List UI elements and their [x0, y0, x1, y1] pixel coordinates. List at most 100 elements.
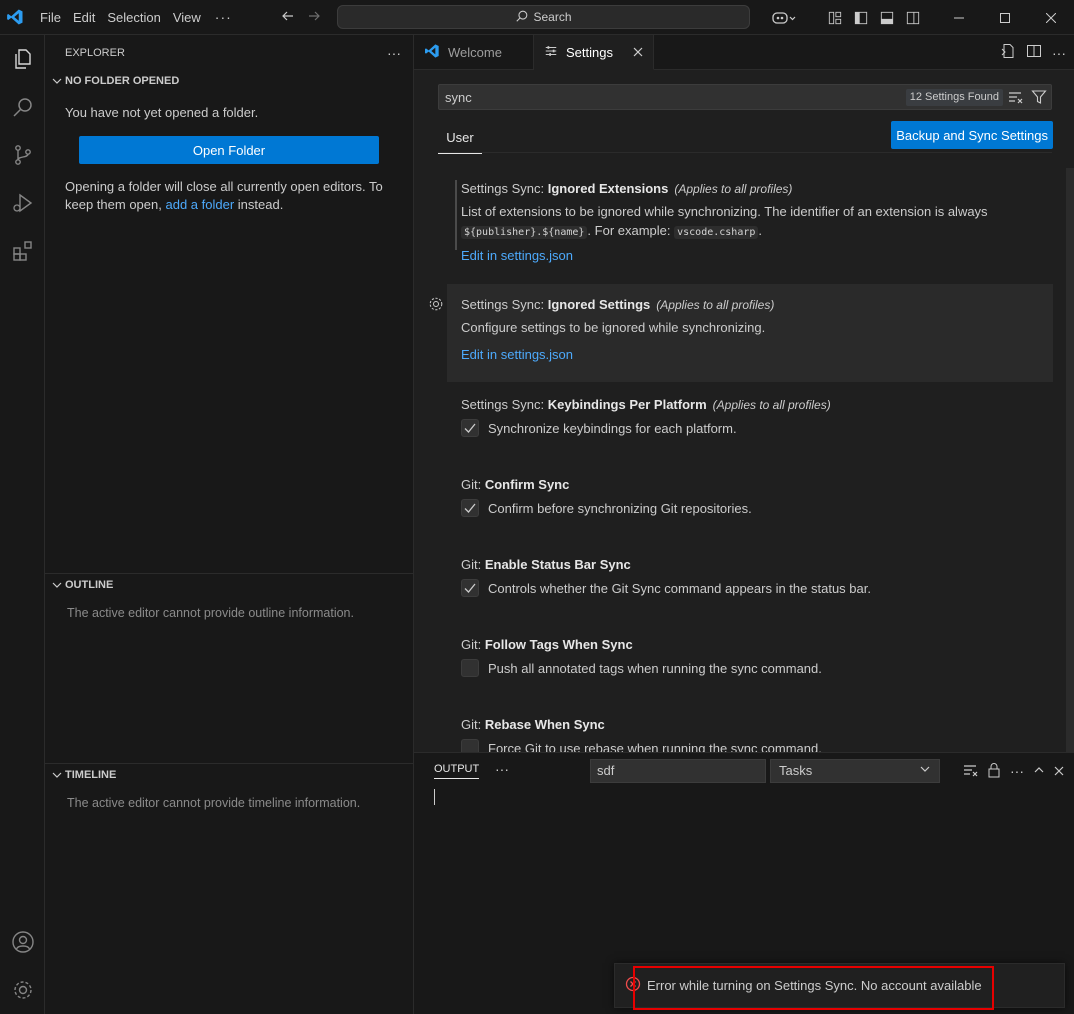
open-folder-button[interactable]: Open Folder [79, 136, 379, 164]
edit-in-settings-json-link[interactable]: Edit in settings.json [461, 347, 1053, 362]
outline-title: OUTLINE [65, 579, 114, 591]
maximize-panel-icon[interactable] [1033, 764, 1045, 779]
settings-scrollbar[interactable] [1066, 168, 1074, 752]
setting-title: Git: Rebase When Sync [461, 717, 605, 732]
extensions-icon[interactable] [0, 227, 45, 275]
output-filter-input[interactable]: sdf [590, 759, 766, 783]
checkbox-label: Force Git to use rebase when running the… [488, 740, 822, 753]
follow-tags-checkbox[interactable] [461, 659, 479, 677]
status-bar-sync-checkbox[interactable] [461, 579, 479, 597]
close-panel-icon[interactable] [1054, 764, 1064, 779]
output-channel-select[interactable]: Tasks [770, 759, 940, 783]
search-view-icon[interactable] [0, 83, 45, 131]
panel-more-actions-icon[interactable]: ··· [1010, 763, 1024, 779]
settings-search-value: sync [445, 89, 472, 105]
checkbox-label: Confirm before synchronizing Git reposit… [488, 500, 752, 516]
copilot-icon[interactable] [766, 0, 802, 35]
timeline-title: TIMELINE [65, 769, 117, 781]
explorer-more-button[interactable]: ··· [387, 45, 401, 61]
command-center-search[interactable]: Search [337, 5, 750, 29]
setting-title: Git: Follow Tags When Sync [461, 637, 633, 652]
setting-description: Configure settings to be ignored while s… [461, 320, 766, 335]
menu-edit[interactable]: Edit [67, 0, 101, 35]
setting-title: Settings Sync: Ignored Extensions (Applie… [461, 181, 793, 196]
settings-sliders-icon [544, 44, 558, 61]
setting-description: List of extensions to be ignored while s… [461, 204, 988, 239]
toggle-secondary-sidebar-icon[interactable] [900, 0, 926, 35]
close-window-button[interactable] [1028, 0, 1074, 35]
manage-gear-icon[interactable] [0, 966, 45, 1014]
source-control-icon[interactable] [0, 131, 45, 179]
setting-title: Settings Sync: Ignored Settings (Applies … [461, 297, 775, 312]
tab-welcome[interactable]: Welcome [414, 35, 534, 70]
confirm-sync-checkbox[interactable] [461, 499, 479, 517]
setting-title: Git: Enable Status Bar Sync [461, 557, 631, 572]
customize-layout-icon[interactable] [822, 0, 848, 35]
toggle-primary-sidebar-icon[interactable] [848, 0, 874, 35]
menu-more-button[interactable]: ··· [207, 0, 240, 35]
tab-welcome-label: Welcome [448, 45, 502, 60]
add-folder-link[interactable]: add a folder [165, 197, 234, 212]
toggle-panel-icon[interactable] [874, 0, 900, 35]
menu-file[interactable]: File [34, 0, 67, 35]
menu-selection[interactable]: Selection [101, 0, 166, 35]
tab-user-scope[interactable]: User [438, 122, 482, 154]
keybindings-checkbox[interactable] [461, 419, 479, 437]
setting-git-confirm-sync: Git: Confirm Sync Confirm before synchro… [447, 476, 1053, 517]
activity-bar-bottom [0, 918, 45, 1014]
accounts-icon[interactable] [0, 918, 45, 966]
setting-checkbox-row: Confirm before synchronizing Git reposit… [461, 499, 1053, 517]
chevron-down-icon [49, 580, 65, 590]
clear-filter-icon[interactable] [1007, 89, 1023, 108]
modified-indicator [455, 180, 457, 250]
maximize-button[interactable] [982, 0, 1028, 35]
minimize-button[interactable] [936, 0, 982, 35]
settings-search-input[interactable]: sync 12 Settings Found [438, 84, 1052, 110]
editor-tabs: Welcome Settings ··· [414, 35, 1074, 70]
back-arrow-icon[interactable] [280, 8, 296, 27]
explorer-icon[interactable] [0, 35, 45, 83]
split-editor-icon[interactable] [1026, 43, 1042, 62]
forward-arrow-icon[interactable] [306, 8, 322, 27]
open-settings-json-icon[interactable] [1000, 43, 1016, 62]
tab-settings-label: Settings [566, 44, 613, 60]
setting-checkbox-row: Force Git to use rebase when running the… [461, 739, 1053, 752]
edit-in-settings-json-link[interactable]: Edit in settings.json [461, 248, 1053, 263]
setting-title: Git: Confirm Sync [461, 477, 570, 492]
panel-actions: ··· [962, 759, 1064, 783]
tab-output[interactable]: OUTPUT [434, 763, 480, 779]
search-label: Search [533, 10, 572, 24]
checkbox-label: Synchronize keybindings for each platfor… [488, 420, 737, 436]
search-icon [515, 9, 529, 26]
filter-icon[interactable] [1031, 89, 1047, 108]
tab-settings[interactable]: Settings [534, 35, 654, 70]
checkbox-label: Push all annotated tags when running the… [488, 660, 822, 676]
title-bar: File Edit Selection View ··· Search [0, 0, 1074, 35]
run-debug-icon[interactable] [0, 179, 45, 227]
info-text-end: instead. [237, 197, 284, 212]
setting-ignored-extensions: Settings Sync: Ignored Extensions (Applie… [447, 180, 1053, 263]
backup-sync-settings-button[interactable]: Backup and Sync Settings [891, 121, 1053, 149]
lock-scroll-icon[interactable] [987, 762, 1001, 781]
setting-keybindings-per-platform: Settings Sync: Keybindings Per Platform(… [447, 396, 1053, 437]
setting-gear-icon[interactable] [428, 296, 444, 312]
setting-checkbox-row: Synchronize keybindings for each platfor… [461, 419, 1053, 437]
no-folder-section-header[interactable]: NO FOLDER OPENED [45, 70, 413, 92]
outline-section-header[interactable]: OUTLINE [45, 574, 113, 596]
setting-git-rebase-when-sync: Git: Rebase When Sync Force Git to use r… [447, 716, 1053, 752]
editor-more-icon[interactable]: ··· [1052, 45, 1066, 61]
explorer-sidebar: EXPLORER ··· NO FOLDER OPENED You have n… [45, 35, 414, 1014]
search-tools [1007, 89, 1047, 108]
rebase-checkbox[interactable] [461, 739, 479, 752]
explorer-header: EXPLORER ··· [45, 35, 413, 70]
outline-message: The active editor cannot provide outline… [67, 606, 354, 620]
timeline-section-header[interactable]: TIMELINE [45, 764, 116, 786]
panel-more-button[interactable]: ··· [495, 761, 509, 777]
no-folder-text: You have not yet opened a folder. [65, 105, 259, 120]
open-folder-info: Opening a folder will close all currentl… [45, 178, 413, 214]
menu-view[interactable]: View [167, 0, 207, 35]
setting-ignored-settings: Settings Sync: Ignored Settings (Applies … [447, 284, 1053, 382]
clear-output-icon[interactable] [962, 762, 978, 781]
menu-bar: File Edit Selection View ··· [34, 0, 240, 35]
close-tab-icon[interactable] [633, 45, 643, 60]
